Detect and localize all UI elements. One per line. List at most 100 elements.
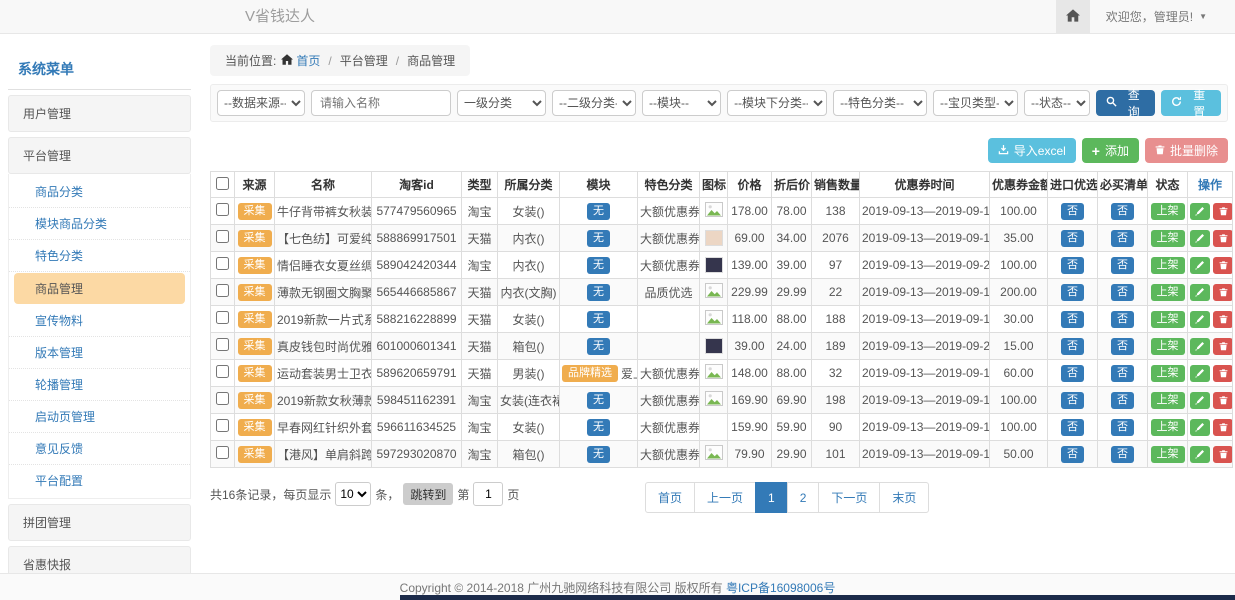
import-select-toggle[interactable]: 否 [1061,203,1084,220]
delete-button[interactable] [1213,284,1233,301]
delete-button[interactable] [1213,392,1233,409]
edit-button[interactable] [1190,203,1210,220]
pager-button-1[interactable]: 1 [755,482,788,513]
import-select-toggle[interactable]: 否 [1061,311,1084,328]
delete-button[interactable] [1213,419,1233,436]
edit-button[interactable] [1190,392,1210,409]
sidebar-item-4[interactable]: 特色分类 [9,240,190,272]
must-buy-toggle[interactable]: 否 [1111,419,1134,436]
status-badge[interactable]: 上架 [1151,284,1185,301]
module-badge[interactable]: 品牌精选 [562,365,618,382]
select-all-checkbox[interactable] [216,177,229,190]
must-buy-toggle[interactable]: 否 [1111,311,1134,328]
pager-button-下一页[interactable]: 下一页 [818,482,880,513]
row-checkbox[interactable] [216,365,229,378]
edit-button[interactable] [1190,230,1210,247]
status-badge[interactable]: 上架 [1151,392,1185,409]
edit-button[interactable] [1190,365,1210,382]
pager-button-首页[interactable]: 首页 [645,482,695,513]
row-checkbox[interactable] [216,284,229,297]
module-badge[interactable]: 无 [587,257,610,274]
pager-button-末页[interactable]: 末页 [879,482,929,513]
status-badge[interactable]: 上架 [1151,338,1185,355]
import-excel-button[interactable]: 导入excel [988,138,1076,163]
sidebar-item-3[interactable]: 模块商品分类 [9,208,190,240]
sidebar-group-12[interactable]: 拼团管理 [8,504,191,541]
status-badge[interactable]: 上架 [1151,311,1185,328]
row-checkbox[interactable] [216,230,229,243]
sidebar-group-1[interactable]: 平台管理 [8,137,191,174]
breadcrumb-home-link[interactable]: 首页 [281,52,320,69]
filter-select-4[interactable]: --模块下分类-- [727,90,827,116]
filter-select-0[interactable]: --数据来源-- [217,90,305,116]
name-search-input[interactable] [311,90,451,116]
add-button[interactable]: + 添加 [1082,138,1139,163]
must-buy-toggle[interactable]: 否 [1111,203,1134,220]
import-select-toggle[interactable]: 否 [1061,338,1084,355]
delete-button[interactable] [1213,311,1233,328]
bulk-delete-button[interactable]: 批量删除 [1145,138,1228,163]
must-buy-toggle[interactable]: 否 [1111,257,1134,274]
must-buy-toggle[interactable]: 否 [1111,365,1134,382]
filter-select-6[interactable]: --宝贝类型-- [933,90,1018,116]
pager-button-2[interactable]: 2 [787,482,820,513]
home-button[interactable] [1056,0,1090,33]
sidebar-item-11[interactable]: 平台配置 [9,465,190,496]
import-select-toggle[interactable]: 否 [1061,284,1084,301]
module-badge[interactable]: 无 [587,203,610,220]
edit-button[interactable] [1190,311,1210,328]
row-checkbox[interactable] [216,419,229,432]
status-badge[interactable]: 上架 [1151,257,1185,274]
row-checkbox[interactable] [216,257,229,270]
must-buy-toggle[interactable]: 否 [1111,284,1134,301]
edit-button[interactable] [1190,419,1210,436]
module-badge[interactable]: 无 [587,338,610,355]
sidebar-item-8[interactable]: 轮播管理 [9,369,190,401]
status-badge[interactable]: 上架 [1151,419,1185,436]
filter-select-7[interactable]: --状态-- [1024,90,1090,116]
row-checkbox[interactable] [216,338,229,351]
delete-button[interactable] [1213,230,1233,247]
sidebar-item-7[interactable]: 版本管理 [9,337,190,369]
row-checkbox[interactable] [216,392,229,405]
must-buy-toggle[interactable]: 否 [1111,230,1134,247]
row-checkbox[interactable] [216,446,229,459]
sidebar-item-9[interactable]: 启动页管理 [9,401,190,433]
module-badge[interactable]: 无 [587,446,610,463]
sidebar-item-6[interactable]: 宣传物料 [9,305,190,337]
delete-button[interactable] [1213,203,1233,220]
module-badge[interactable]: 无 [587,284,610,301]
edit-button[interactable] [1190,257,1210,274]
edit-button[interactable] [1190,284,1210,301]
import-select-toggle[interactable]: 否 [1061,230,1084,247]
delete-button[interactable] [1213,338,1233,355]
reset-button[interactable]: 重置 [1161,90,1221,116]
status-badge[interactable]: 上架 [1151,446,1185,463]
must-buy-toggle[interactable]: 否 [1111,446,1134,463]
sidebar-group-0[interactable]: 用户管理 [8,95,191,132]
import-select-toggle[interactable]: 否 [1061,257,1084,274]
status-badge[interactable]: 上架 [1151,203,1185,220]
filter-select-1[interactable]: 一级分类 [457,90,546,116]
query-button[interactable]: 查询 [1096,90,1156,116]
import-select-toggle[interactable]: 否 [1061,446,1084,463]
must-buy-toggle[interactable]: 否 [1111,392,1134,409]
row-checkbox[interactable] [216,203,229,216]
jump-button[interactable]: 跳转到 [403,483,453,505]
import-select-toggle[interactable]: 否 [1061,365,1084,382]
edit-button[interactable] [1190,446,1210,463]
filter-select-3[interactable]: --模块-- [642,90,721,116]
delete-button[interactable] [1213,365,1233,382]
module-badge[interactable]: 无 [587,230,610,247]
import-select-toggle[interactable]: 否 [1061,392,1084,409]
status-badge[interactable]: 上架 [1151,365,1185,382]
jump-page-input[interactable] [473,482,503,506]
sidebar-item-5-active[interactable]: 商品管理 [14,273,185,304]
module-badge[interactable]: 无 [587,419,610,436]
per-page-select[interactable]: 10 [335,482,371,506]
sidebar-item-10[interactable]: 意见反馈 [9,433,190,465]
user-menu[interactable]: 欢迎您，管理员! ▼ [1090,0,1235,33]
row-checkbox[interactable] [216,311,229,324]
pager-button-上一页[interactable]: 上一页 [694,482,756,513]
filter-select-5[interactable]: --特色分类-- [833,90,927,116]
